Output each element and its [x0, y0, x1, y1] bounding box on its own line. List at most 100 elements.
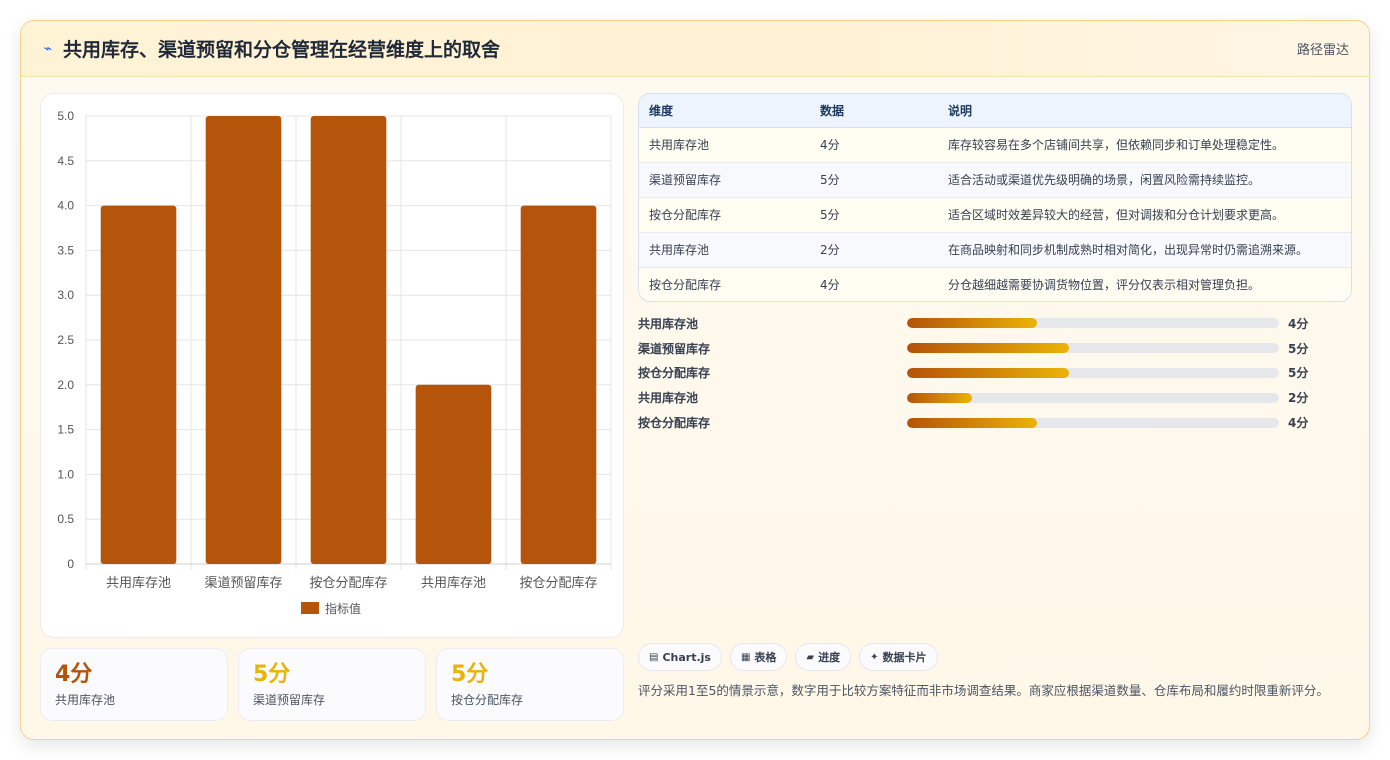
table-cell: 2分 — [810, 232, 938, 268]
progress-row: 按仓分配库存 5分 — [638, 361, 1352, 386]
kpi-card: 5分 渠道预留库存 — [238, 648, 426, 721]
chip-label: 数据卡片 — [882, 651, 927, 664]
x-tick-label: 共用库存池 — [106, 575, 171, 591]
table-header-data: 数据 — [810, 94, 938, 128]
progress-label: 按仓分配库存 — [638, 416, 711, 431]
kpi-card: 4分 共用库存池 — [40, 648, 228, 721]
table-cell: 按仓分配库存 — [639, 197, 810, 233]
y-tick-label: 4.5 — [57, 154, 74, 168]
y-tick-label: 4.0 — [57, 199, 74, 213]
progress-value: 5分 — [1288, 341, 1309, 356]
chip-data-card[interactable]: ✦ 数据卡片 — [859, 643, 938, 671]
card-icon: ✦ — [870, 651, 879, 663]
table-cell: 4分 — [810, 127, 938, 163]
kpi-label: 共用库存池 — [55, 693, 116, 707]
table-cell: 共用库存池 — [639, 232, 810, 268]
y-tick-label: 1.0 — [57, 467, 74, 481]
table-cell: 共用库存池 — [639, 127, 810, 163]
bolt-icon: ⌁ — [43, 40, 53, 57]
progress-label: 共用库存池 — [638, 391, 699, 406]
progress-fill — [907, 318, 1038, 329]
chip-label: Chart.js — [662, 650, 711, 664]
y-tick-label: 5.0 — [57, 109, 74, 123]
progress-value: 5分 — [1288, 366, 1309, 381]
progress-label: 共用库存池 — [638, 316, 699, 331]
progress-label: 渠道预留库存 — [638, 341, 711, 356]
kpi-value: 4分 — [55, 662, 93, 687]
bar — [205, 116, 282, 564]
chip-label: 表格 — [754, 651, 777, 664]
scoring-note: 评分采用1至5的情景示意，数字用于比较方案特征而非市场调查结果。商家应根据渠道数… — [638, 683, 1329, 698]
table-cell: 5分 — [810, 162, 938, 198]
x-tick-label: 共用库存池 — [421, 575, 486, 591]
kpi-label: 按仓分配库存 — [451, 693, 524, 707]
y-tick-label: 3.5 — [57, 243, 74, 257]
y-tick-label: 1.5 — [57, 423, 74, 437]
progress-fill — [907, 367, 1069, 378]
bar — [310, 116, 387, 564]
chip-table[interactable]: ▦ 表格 — [729, 643, 788, 671]
chip-progress[interactable]: ▰ 进度 — [795, 643, 852, 671]
bar — [415, 384, 492, 564]
progress-row: 渠道预留库存 5分 — [638, 336, 1352, 361]
progress-value: 4分 — [1288, 316, 1309, 331]
progress-track — [907, 318, 1279, 329]
progress-track — [907, 367, 1279, 378]
chart-icon: ▤ — [649, 651, 659, 663]
progress-label: 按仓分配库存 — [638, 366, 711, 381]
table-icon: ▦ — [740, 651, 751, 663]
kpi-value: 5分 — [253, 662, 291, 687]
bar — [100, 205, 177, 564]
chip-label: 进度 — [818, 651, 841, 664]
progress-track — [907, 392, 1279, 403]
table-row: 按仓分配库存 5分 适合区域时效差异较大的经营，但对调拨和分仓计划要求更高。 — [639, 197, 1351, 233]
table-cell: 适合区域时效差异较大的经营，但对调拨和分仓计划要求更高。 — [938, 197, 1351, 233]
title-wrap: ⌁ 共用库存、渠道预留和分仓管理在经营维度上的取舍 — [41, 35, 500, 62]
table-header-description: 说明 — [938, 94, 1351, 128]
bar — [520, 205, 597, 564]
y-tick-label: 2.5 — [57, 333, 74, 347]
table-header-dimension: 维度 — [639, 94, 810, 128]
y-tick-label: 0.5 — [57, 512, 74, 526]
header: ⌁ 共用库存、渠道预留和分仓管理在经营维度上的取舍 路径雷达 — [21, 21, 1369, 77]
table-cell: 4分 — [810, 267, 938, 301]
kpi-value: 5分 — [451, 662, 489, 687]
table-cell: 库存较容易在多个店铺间共享，但依赖同步和订单处理稳定性。 — [938, 127, 1351, 163]
progress-row: 共用库存池 4分 — [638, 311, 1352, 336]
table-row: 共用库存池 4分 库存较容易在多个店铺间共享，但依赖同步和订单处理稳定性。 — [639, 127, 1351, 163]
x-tick-label: 按仓分配库存 — [519, 575, 597, 591]
progress-track — [907, 343, 1279, 354]
table-row: 共用库存池 2分 在商品映射和同步机制成熟时相对简化，出现异常时仍需追溯来源。 — [639, 232, 1351, 268]
x-tick-label: 按仓分配库存 — [309, 575, 387, 591]
table-cell: 在商品映射和同步机制成熟时相对简化，出现异常时仍需追溯来源。 — [938, 232, 1351, 268]
y-tick-label: 0 — [67, 557, 74, 571]
kpi-cards: 4分 共用库存池 5分 渠道预留库存 5分 按仓分配库存 — [40, 648, 624, 721]
progress-value: 2分 — [1288, 391, 1309, 406]
table-cell: 5分 — [810, 197, 938, 233]
table-cell: 渠道预留库存 — [639, 162, 810, 198]
chip-chartjs[interactable]: ▤ Chart.js — [638, 643, 722, 671]
comparison-table: 维度 数据 说明 共用库存池 4分 库存较容易在多个店铺间共享，但依赖同步和订单… — [638, 93, 1352, 302]
route-radar-link[interactable]: 路径雷达 — [1297, 39, 1349, 58]
progress-value: 4分 — [1288, 416, 1309, 431]
table-cell: 按仓分配库存 — [639, 267, 810, 301]
table-cell: 适合活动或渠道优先级明确的场景，闲置风险需持续监控。 — [938, 162, 1351, 198]
progress-fill — [907, 417, 1038, 428]
progress-row: 共用库存池 2分 — [638, 385, 1352, 410]
table-cell: 分仓越细越需要协调货物位置，评分仅表示相对管理负担。 — [938, 267, 1351, 301]
dashboard-card: ⌁ 共用库存、渠道预留和分仓管理在经营维度上的取舍 路径雷达 0 0.5 1.0 1.… — [20, 20, 1370, 740]
page-title: 共用库存、渠道预留和分仓管理在经营维度上的取舍 — [63, 39, 501, 61]
bar-chart: 0 0.5 1.0 1.5 2.0 2.5 3.0 3.5 4.0 4.5 5.0 共用库存池 渠道预留… — [57, 109, 612, 616]
progress-fill — [907, 392, 973, 403]
progress-track — [907, 417, 1279, 428]
table-row: 渠道预留库存 5分 适合活动或渠道优先级明确的场景，闲置风险需持续监控。 — [639, 162, 1351, 198]
table-row: 按仓分配库存 4分 分仓越细越需要协调货物位置，评分仅表示相对管理负担。 — [639, 267, 1351, 301]
legend-swatch — [301, 602, 319, 614]
progress-row: 按仓分配库存 4分 — [638, 410, 1352, 435]
x-tick-label: 渠道预留库存 — [204, 575, 282, 591]
y-tick-label: 3.0 — [57, 288, 74, 302]
legend-label: 指标值 — [325, 601, 361, 616]
feature-chips: ▤ Chart.js ▦ 表格 ▰ 进度 ✦ 数据卡片 — [638, 643, 938, 671]
progress-icon: ▰ — [806, 651, 815, 663]
bar-chart-panel: 0 0.5 1.0 1.5 2.0 2.5 3.0 3.5 4.0 4.5 5.0 共用库存池 渠道预留… — [40, 93, 624, 638]
